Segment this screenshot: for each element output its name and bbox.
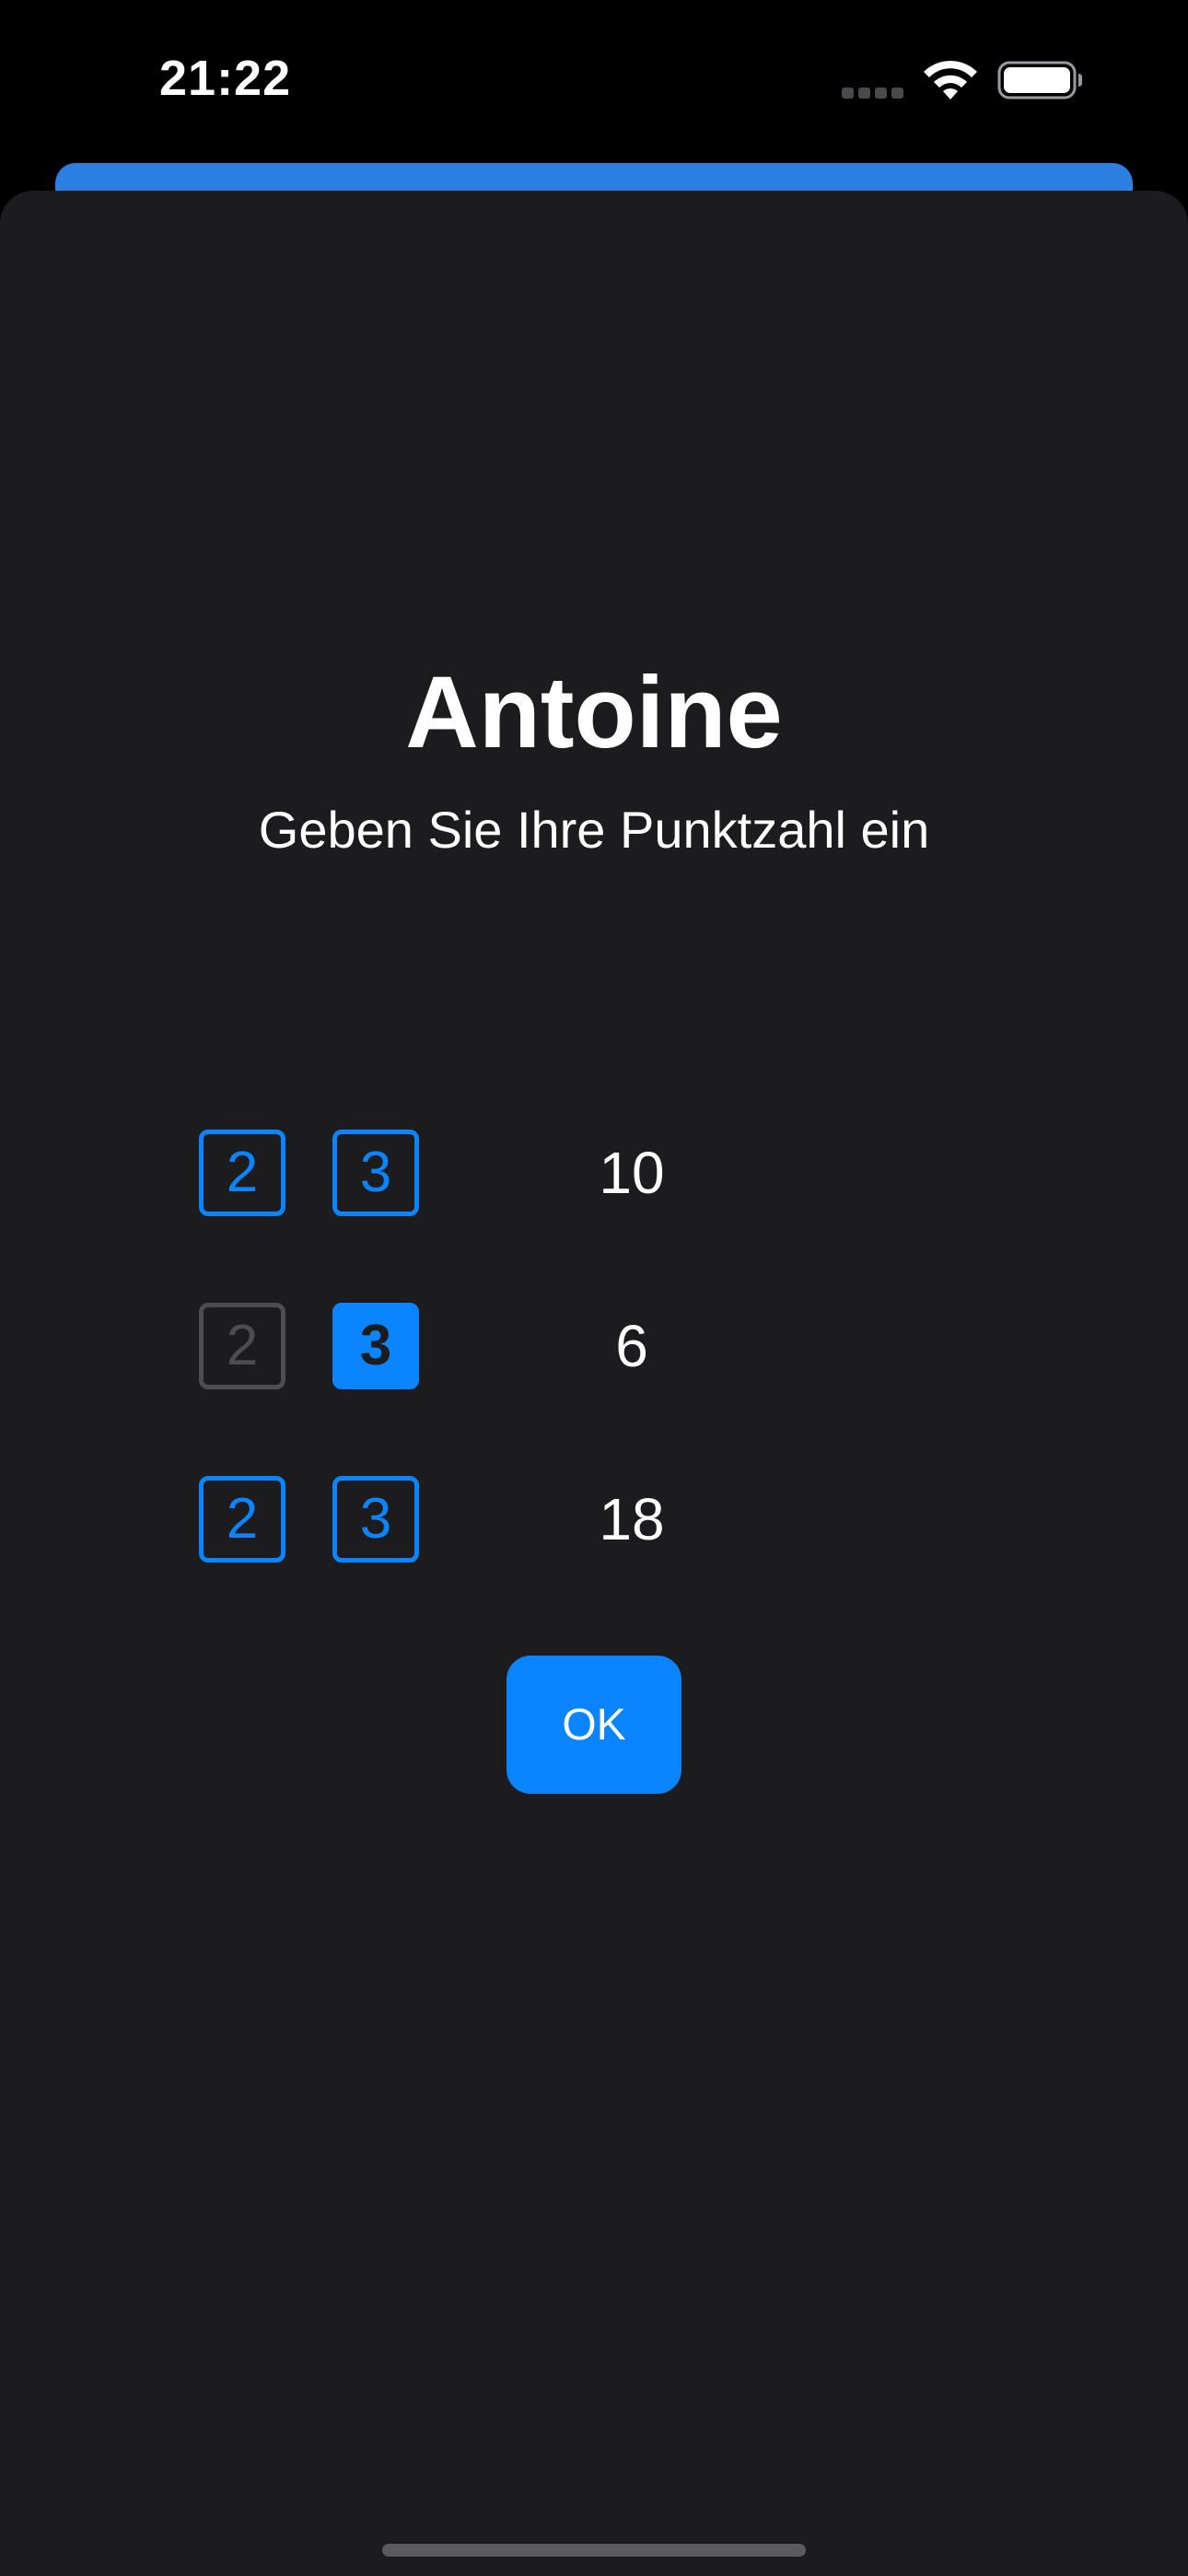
player-name: Antoine	[405, 656, 783, 769]
throw-score[interactable]: 10	[540, 1130, 724, 1216]
home-indicator[interactable]	[382, 2544, 806, 2557]
triple-toggle[interactable]: 3	[332, 1476, 419, 1563]
status-time: 21:22	[159, 51, 292, 106]
double-toggle[interactable]: 2	[199, 1303, 285, 1389]
wifi-icon	[924, 60, 977, 100]
throw-row-1: 2 3 10	[0, 1126, 1188, 1218]
triple-toggle[interactable]: 3	[332, 1130, 419, 1216]
double-toggle[interactable]: 2	[199, 1476, 285, 1563]
battery-icon	[997, 61, 1082, 100]
throw-row-3: 2 3 18	[0, 1472, 1188, 1564]
double-toggle[interactable]: 2	[199, 1130, 285, 1216]
status-bar: 21:22	[0, 0, 1188, 166]
triple-toggle[interactable]: 3	[332, 1303, 419, 1389]
score-prompt: Geben Sie Ihre Punktzahl ein	[258, 801, 930, 859]
throw-score[interactable]: 6	[540, 1303, 724, 1389]
cellular-signal-icon	[842, 88, 906, 99]
throw-row-2: 2 3 6	[0, 1299, 1188, 1391]
ok-button[interactable]: OK	[507, 1656, 681, 1794]
throw-score[interactable]: 18	[540, 1476, 724, 1563]
